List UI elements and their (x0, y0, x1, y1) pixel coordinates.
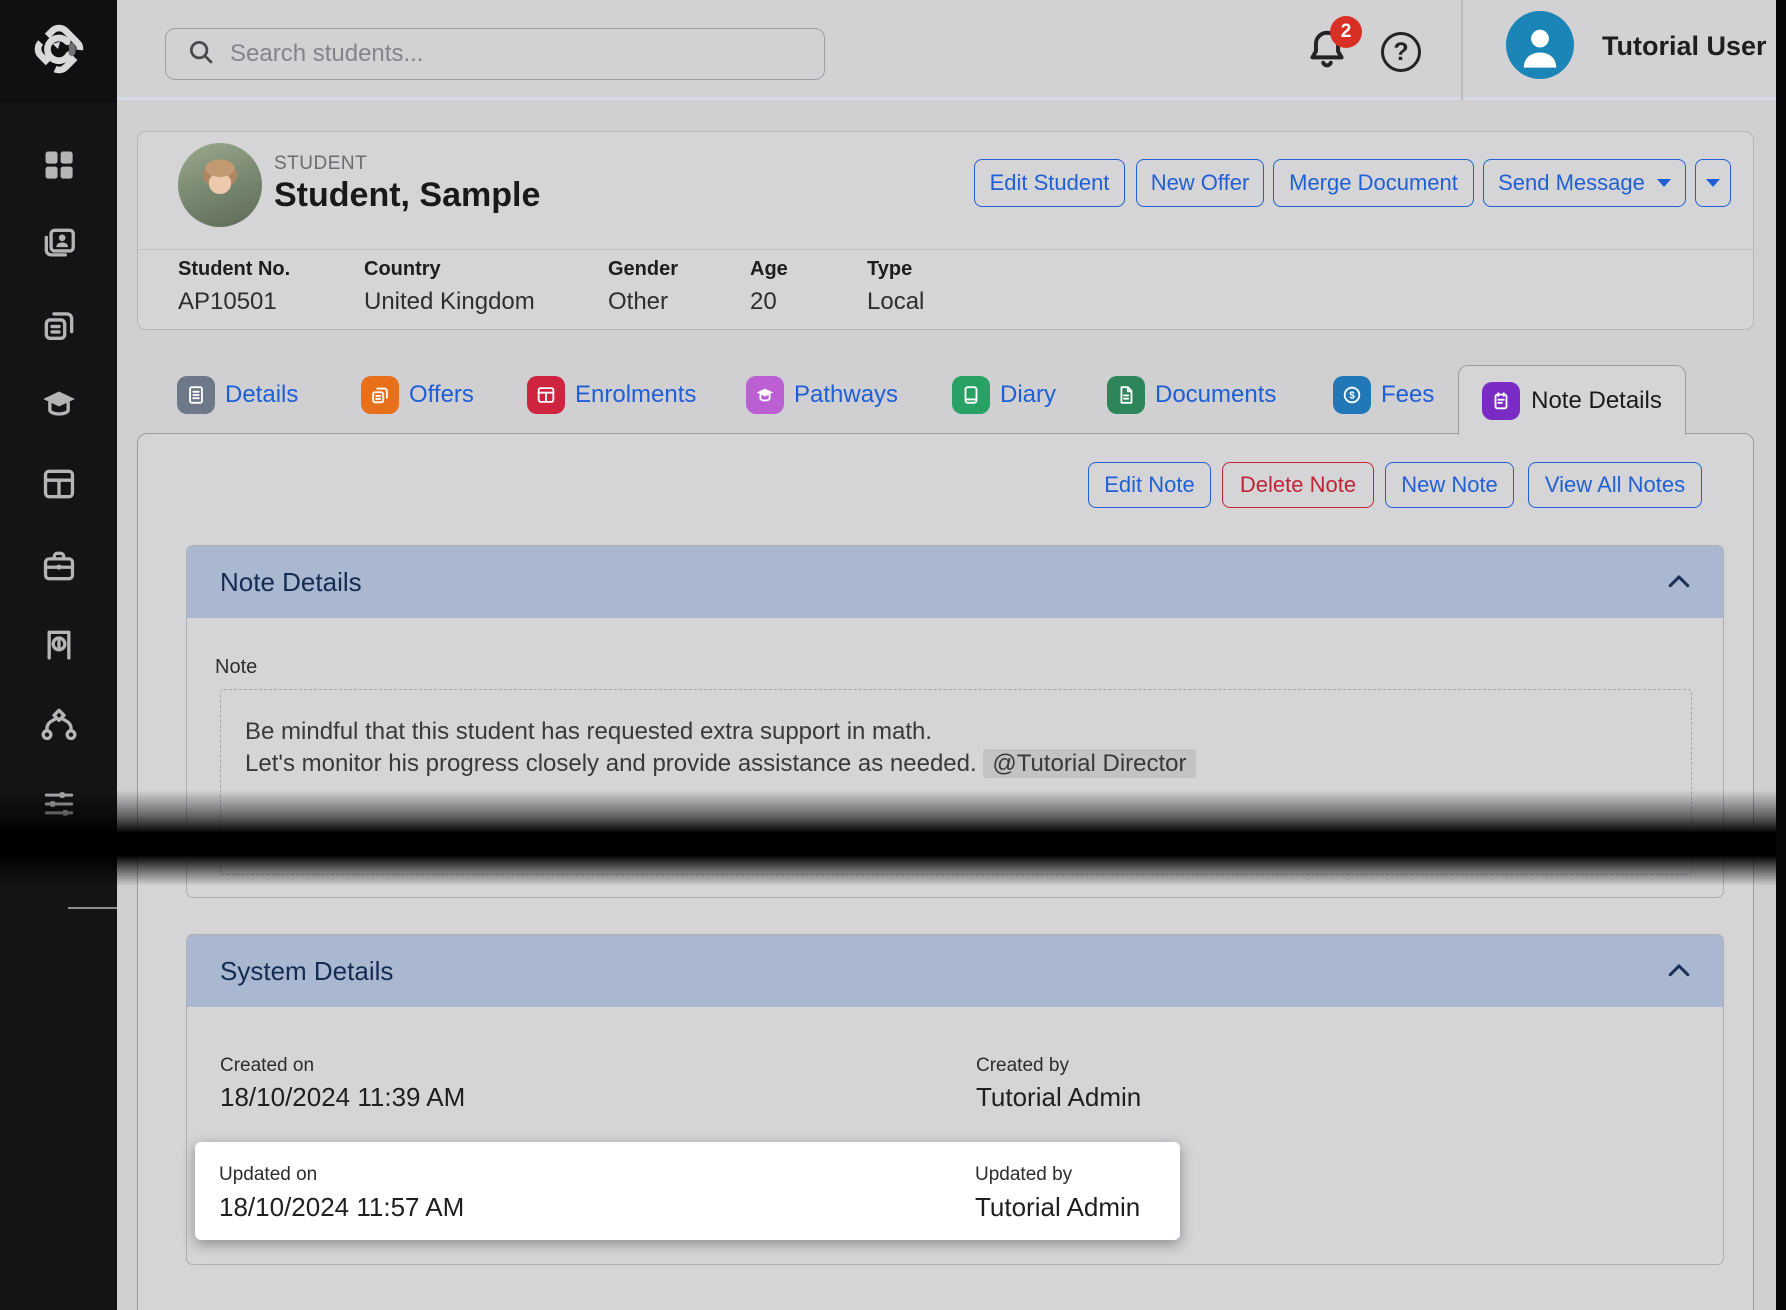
screen-edge-strip (1776, 0, 1786, 1310)
sidebar-item-fees[interactable] (0, 615, 117, 679)
enrolments-table-icon (527, 376, 565, 414)
sidebar-item-services[interactable] (0, 536, 117, 600)
note-field-label: Note (215, 656, 257, 679)
new-note-button[interactable]: New Note (1385, 462, 1514, 508)
details-doc-icon (177, 376, 215, 414)
student-name: Student, Sample (274, 176, 540, 215)
dashboard-icon (40, 146, 78, 189)
documents-page-icon (1107, 376, 1145, 414)
notification-badge: 2 (1330, 16, 1362, 48)
sidebar-notch (68, 907, 117, 909)
sliders-icon (40, 785, 78, 828)
brand-logo-icon (26, 16, 92, 87)
fees-dollar-icon: $ (1333, 376, 1371, 414)
app-logo[interactable] (0, 0, 117, 103)
sidebar-item-offers[interactable] (0, 295, 117, 359)
info-age: Age20 (750, 258, 788, 316)
info-type: TypeLocal (867, 258, 924, 316)
edit-student-button[interactable]: Edit Student (974, 159, 1125, 207)
merge-document-button[interactable]: Merge Document (1273, 159, 1474, 207)
chevron-up-icon[interactable] (1665, 956, 1693, 987)
new-offer-button[interactable]: New Offer (1136, 159, 1264, 207)
created-by-value: Tutorial Admin (976, 1082, 1141, 1113)
tutorial-spotlight: Updated on 18/10/2024 11:57 AM Updated b… (195, 1142, 1180, 1240)
chevron-up-icon[interactable] (1665, 567, 1693, 598)
pathways-cap-icon (746, 376, 784, 414)
created-by-label: Created by (976, 1055, 1069, 1077)
updated-by-label: Updated by (975, 1164, 1072, 1186)
tab-documents[interactable]: Documents (1107, 376, 1276, 414)
help-button[interactable]: ? (1381, 32, 1421, 72)
bell-icon (1302, 63, 1352, 80)
note-panel-header[interactable]: Note Details (187, 546, 1723, 618)
tab-pathways[interactable]: Pathways (746, 376, 898, 414)
updated-on-label: Updated on (219, 1164, 317, 1186)
briefcase-icon (40, 547, 78, 590)
caret-down-icon (1706, 179, 1720, 187)
updated-on-value: 18/10/2024 11:57 AM (219, 1192, 464, 1223)
tab-fees[interactable]: $Fees (1333, 376, 1434, 414)
sidebar-item-enrolments[interactable] (0, 454, 117, 518)
student-header-card: STUDENT Student, Sample Edit Student New… (137, 131, 1754, 330)
mention-chip[interactable]: @Tutorial Director (983, 749, 1195, 778)
sidebar-nav (0, 103, 117, 1310)
note-clipboard-icon (1482, 382, 1520, 420)
tab-note-details[interactable]: Note Details (1458, 365, 1686, 435)
info-gender: GenderOther (608, 258, 678, 316)
tab-diary[interactable]: Diary (952, 376, 1056, 414)
diary-book-icon (952, 376, 990, 414)
updated-by-value: Tutorial Admin (975, 1192, 1140, 1223)
student-kicker: STUDENT (274, 153, 367, 175)
search-icon (186, 37, 216, 72)
invoice-dollar-icon (40, 626, 78, 669)
note-text-area[interactable]: Be mindful that this student has request… (220, 689, 1692, 875)
offers-copy-icon (361, 376, 399, 414)
edit-note-button[interactable]: Edit Note (1088, 462, 1211, 508)
created-on-value: 18/10/2024 11:39 AM (220, 1082, 465, 1113)
user-avatar[interactable] (1506, 11, 1574, 79)
info-student-no: Student No.AP10501 (178, 258, 290, 316)
sidebar-item-pathways[interactable] (0, 695, 117, 759)
student-photo-avatar[interactable] (178, 143, 262, 227)
note-panel-title: Note Details (220, 567, 362, 598)
delete-note-button[interactable]: Delete Note (1222, 462, 1374, 508)
tab-enrolments[interactable]: Enrolments (527, 376, 696, 414)
person-icon (1514, 18, 1566, 79)
sidebar-item-students[interactable] (0, 213, 117, 277)
notifications-button[interactable]: 2 (1302, 22, 1366, 82)
tab-details[interactable]: Details (177, 376, 298, 414)
search-input[interactable] (230, 40, 770, 68)
graduation-cap-icon (39, 384, 79, 429)
tab-offers[interactable]: Offers (361, 376, 474, 414)
user-name[interactable]: Tutorial User (1602, 31, 1767, 62)
note-details-panel: Note Details Note Be mindful that this s… (186, 545, 1724, 898)
more-actions-button[interactable] (1695, 159, 1731, 207)
table-icon (40, 465, 78, 508)
created-on-label: Created on (220, 1055, 314, 1077)
system-panel-header[interactable]: System Details (187, 935, 1723, 1007)
app-root: 2 ? Tutorial User (0, 0, 1786, 1310)
student-card-icon (40, 224, 78, 267)
student-search[interactable] (165, 28, 825, 80)
sidebar-item-settings[interactable] (0, 774, 117, 838)
note-line-2: Let's monitor his progress closely and p… (245, 748, 1667, 780)
svg-text:$: $ (1349, 391, 1355, 402)
copy-documents-icon (40, 306, 78, 349)
system-panel-title: System Details (220, 956, 393, 987)
view-all-notes-button[interactable]: View All Notes (1528, 462, 1702, 508)
topbar: 2 ? Tutorial User (0, 0, 1786, 100)
sidebar-item-dashboard[interactable] (0, 135, 117, 199)
topbar-divider (1461, 0, 1463, 100)
info-divider (138, 249, 1753, 250)
note-line-1: Be mindful that this student has request… (245, 716, 1667, 748)
question-icon: ? (1393, 38, 1408, 67)
send-message-button[interactable]: Send Message (1483, 159, 1686, 207)
network-nodes-icon (39, 705, 79, 750)
info-country: CountryUnited Kingdom (364, 258, 535, 316)
sidebar-item-courses[interactable] (0, 374, 117, 438)
caret-down-icon (1657, 179, 1671, 187)
